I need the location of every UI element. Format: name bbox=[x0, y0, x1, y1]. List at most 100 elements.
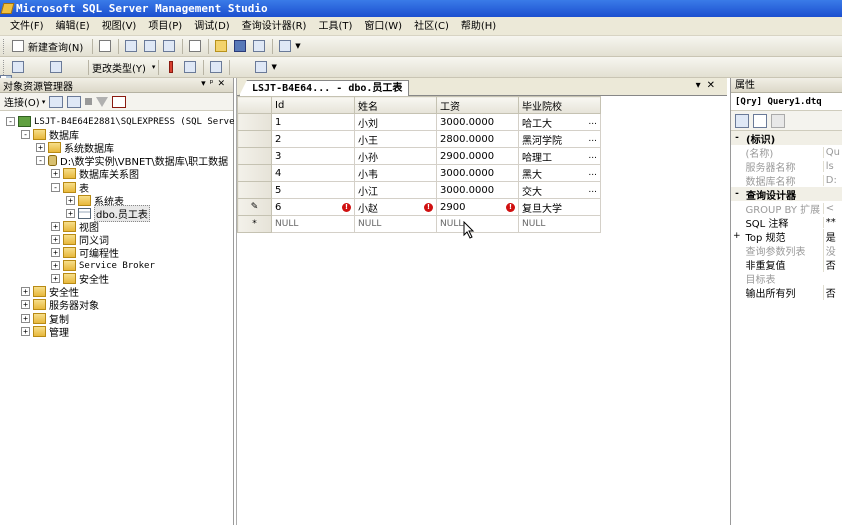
row-header[interactable] bbox=[237, 147, 272, 165]
tree-node[interactable]: + 系统数据库 bbox=[36, 141, 114, 155]
expand-icon[interactable]: + bbox=[66, 208, 75, 218]
refresh-icon[interactable] bbox=[112, 95, 127, 108]
chevron-down-icon[interactable]: ▾ bbox=[40, 98, 46, 106]
menu-item-8[interactable]: 社区(C) bbox=[408, 17, 455, 36]
collapse-icon[interactable]: - bbox=[731, 133, 743, 143]
table-row[interactable]: 1 小刘 3000.0000 哈工大... bbox=[237, 113, 601, 131]
property-value[interactable]: 否 bbox=[822, 284, 842, 300]
collapse-icon[interactable]: - bbox=[36, 156, 45, 166]
grid-cell[interactable]: 小赵! bbox=[354, 198, 437, 216]
disconnect-icon[interactable] bbox=[67, 95, 82, 108]
document-tab-employee-table[interactable]: LSJT-B4E64... - dbo.员工表 bbox=[239, 80, 410, 96]
menu-item-1[interactable]: 编辑(E) bbox=[50, 17, 96, 36]
tree-node-label[interactable]: Service Broker bbox=[79, 261, 155, 271]
property-value[interactable]: D: bbox=[822, 174, 842, 186]
table-row[interactable]: 5 小江 3000.0000 交大... bbox=[237, 181, 601, 199]
property-value[interactable]: 否 bbox=[822, 256, 842, 272]
grid-cell[interactable]: 3000.0000 bbox=[436, 164, 519, 182]
menu-item-6[interactable]: 工具(T) bbox=[312, 17, 358, 36]
add-table-icon[interactable] bbox=[0, 59, 250, 87]
analysis-query-button[interactable] bbox=[141, 38, 158, 54]
property-row[interactable]: 查询参数列表 没 bbox=[731, 242, 842, 258]
show-diagram-pane-icon[interactable] bbox=[9, 59, 26, 75]
row-header[interactable] bbox=[237, 164, 272, 182]
toolbar-grip[interactable] bbox=[3, 59, 6, 75]
add-derived-table-icon[interactable] bbox=[252, 59, 269, 75]
tree-node-label[interactable]: 安全性 bbox=[79, 271, 109, 286]
menu-item-9[interactable]: 帮助(H) bbox=[455, 17, 502, 36]
row-header-corner[interactable] bbox=[237, 96, 272, 114]
tree-node[interactable]: + 数据库关系图 bbox=[51, 167, 139, 181]
property-value[interactable]: Qu bbox=[822, 146, 842, 158]
cell-ellipsis[interactable]: ... bbox=[588, 117, 597, 127]
grid-cell[interactable]: 6! bbox=[271, 198, 355, 216]
property-value[interactable]: 没 bbox=[822, 242, 842, 258]
tab-list-icon[interactable]: ▾ bbox=[696, 80, 707, 91]
activity-monitor-icon[interactable] bbox=[276, 38, 293, 54]
grid-cell[interactable]: 小孙 bbox=[354, 147, 437, 165]
tree-node[interactable]: + 复制 bbox=[21, 312, 69, 326]
editing-row-marker[interactable]: ✎ bbox=[237, 198, 272, 216]
property-value[interactable]: 是 bbox=[822, 228, 842, 244]
grid-cell[interactable]: 3000.0000 bbox=[436, 181, 519, 199]
grid-cell[interactable]: 哈理工... bbox=[518, 147, 601, 165]
menu-item-3[interactable]: 项目(P) bbox=[142, 17, 188, 36]
show-sql-pane-icon[interactable] bbox=[47, 59, 64, 75]
grid-cell[interactable]: 复旦大学 bbox=[518, 198, 601, 216]
expand-icon[interactable]: + bbox=[51, 248, 60, 257]
expand-icon[interactable]: + bbox=[731, 231, 742, 241]
connect-button[interactable]: 连接(O) bbox=[4, 94, 40, 109]
database-engine-query-button[interactable] bbox=[122, 38, 139, 54]
tree-node[interactable]: - LSJT-B4E64E2881\SQLEXPRESS (SQL Server … bbox=[6, 115, 251, 128]
property-row[interactable]: (名称) Qu bbox=[731, 145, 842, 160]
toolbar-overflow-icon[interactable]: ▼ bbox=[271, 63, 276, 71]
open-folder-icon[interactable] bbox=[212, 38, 229, 54]
categorized-icon[interactable] bbox=[735, 113, 749, 128]
table-row[interactable]: * NULL NULL NULL NULL bbox=[237, 215, 601, 233]
grid-cell[interactable]: 2900! bbox=[436, 198, 519, 216]
menu-item-2[interactable]: 视图(V) bbox=[96, 17, 143, 36]
tree-node[interactable]: + Service Broker bbox=[51, 259, 155, 272]
grid-cell[interactable]: 黑大... bbox=[518, 164, 601, 182]
panel-menu-icon[interactable]: ▾ bbox=[201, 79, 210, 89]
column-header[interactable]: 姓名 bbox=[354, 96, 437, 114]
tree-node[interactable]: -表 bbox=[51, 180, 89, 195]
tree-node-label[interactable]: dbo.员工表 bbox=[94, 204, 150, 222]
tree-node-label[interactable]: LSJT-B4E64E2881\SQLEXPRESS (SQL Server 1 bbox=[34, 117, 251, 127]
grid-cell[interactable]: 2800.0000 bbox=[436, 130, 519, 148]
expand-icon[interactable]: + bbox=[66, 195, 75, 205]
property-pages-icon[interactable] bbox=[771, 113, 785, 128]
collapse-icon[interactable]: - bbox=[51, 182, 60, 192]
close-icon[interactable]: ✕ bbox=[217, 79, 229, 89]
cell-ellipsis[interactable]: ... bbox=[588, 185, 597, 195]
cell-ellipsis[interactable]: ... bbox=[588, 168, 597, 178]
tree-node[interactable]: - D:\数学实例\VBNET\数据库\职工数据 bbox=[36, 154, 228, 168]
grid-cell[interactable]: 黑河学院... bbox=[518, 130, 601, 148]
new-row-marker[interactable]: * bbox=[237, 215, 272, 233]
property-row[interactable]: + Top 规范 是 bbox=[731, 228, 842, 244]
property-row[interactable]: GROUP BY 扩展 < bbox=[731, 201, 842, 216]
grid-cell[interactable]: NULL bbox=[354, 215, 437, 233]
column-header[interactable]: Id bbox=[271, 96, 355, 114]
grid-cell[interactable]: 小江 bbox=[354, 181, 437, 199]
change-type-dropdown[interactable]: 更改类型(Y) bbox=[92, 60, 146, 75]
property-row[interactable]: 数据库名称 D: bbox=[731, 173, 842, 188]
grid-cell[interactable]: 小韦 bbox=[354, 164, 437, 182]
filter-icon[interactable] bbox=[96, 96, 109, 107]
tree-node-label[interactable]: 表 bbox=[79, 180, 89, 195]
column-header[interactable]: 毕业院校 bbox=[518, 96, 601, 114]
tree-node-label[interactable]: 可编程性 bbox=[79, 245, 119, 260]
grid-cell[interactable]: 哈工大... bbox=[518, 113, 601, 131]
table-row[interactable]: 3 小孙 2900.0000 哈理工... bbox=[237, 147, 601, 165]
show-criteria-pane-icon[interactable] bbox=[0, 59, 45, 87]
grid-cell[interactable]: 小王 bbox=[354, 130, 437, 148]
tree-node[interactable]: + 视图 bbox=[51, 220, 99, 234]
table-row[interactable]: ✎ 6! 小赵! 2900! 复旦大学 bbox=[237, 198, 601, 216]
tree-node[interactable]: + 安全性 bbox=[51, 271, 109, 286]
expand-icon[interactable]: + bbox=[21, 326, 30, 336]
row-header[interactable] bbox=[237, 130, 272, 148]
expand-icon[interactable]: + bbox=[51, 274, 60, 284]
property-row[interactable]: 非重复值 否 bbox=[731, 256, 842, 272]
property-category[interactable]: - (标识) bbox=[731, 131, 842, 146]
stop-icon[interactable] bbox=[85, 98, 93, 105]
